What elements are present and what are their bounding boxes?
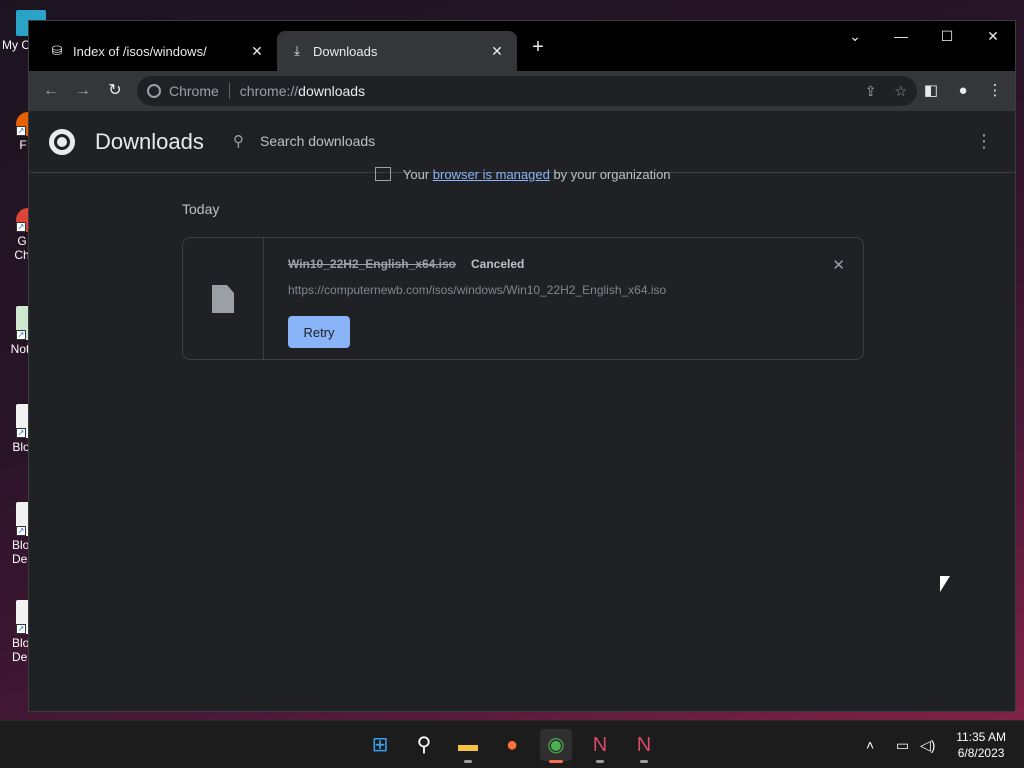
app-n-icon[interactable]: N — [628, 729, 660, 763]
page-title: Downloads — [95, 129, 204, 154]
desktop-icon-notepad[interactable]: ↗ Not — [2, 306, 38, 356]
file-explorer-icon[interactable]: ▬ — [452, 729, 484, 763]
desktop-icon-blo-1[interactable]: ↗ Blo — [2, 404, 38, 454]
app-n-icon[interactable]: N — [584, 729, 616, 763]
download-icon: ⤓ — [294, 43, 300, 58]
system-clock[interactable]: 11:35 AM 6/8/2023 — [956, 729, 1006, 761]
search-downloads-input[interactable]: ⚲ Search downloads — [221, 121, 899, 161]
mouse-cursor-icon — [940, 576, 950, 592]
file-icon — [212, 285, 234, 313]
retry-button[interactable]: Retry — [288, 316, 350, 348]
downloads-more-actions-icon[interactable]: ⋮ — [975, 131, 993, 151]
desktop-icon-my-computer[interactable]: My C — [2, 10, 46, 52]
url-text[interactable]: chrome://downloads — [240, 83, 365, 99]
desktop-icon-label: My C — [2, 38, 30, 52]
close-window-button[interactable]: ✕ — [970, 21, 1016, 51]
remove-from-list-icon[interactable]: ✕ — [832, 256, 845, 274]
omnibox-actions: ⇪ ☆ — [865, 83, 907, 100]
chrome-window: ⛁ Index of /isos/windows/ ✕ ⤓ Downloads … — [28, 20, 1016, 712]
tab-strip: ⛁ Index of /isos/windows/ ✕ ⤓ Downloads … — [29, 21, 1015, 71]
tab-close-icon[interactable]: ✕ — [489, 43, 505, 59]
omnibox[interactable]: Chrome chrome://downloads ⇪ ☆ — [137, 76, 917, 106]
tab-close-icon[interactable]: ✕ — [249, 43, 265, 59]
share-icon[interactable]: ⇪ — [865, 83, 877, 100]
bookmark-star-icon[interactable]: ☆ — [894, 83, 907, 100]
desktop-icon-label: F — [19, 138, 27, 152]
volume-icon[interactable]: ◁) — [920, 721, 935, 768]
downloads-header: Downloads ⚲ Search downloads ⋮ — [29, 111, 1015, 173]
download-status: Canceled — [471, 257, 525, 271]
shortcut-arrow-icon: ↗ — [16, 428, 26, 438]
shortcut-arrow-icon: ↗ — [16, 624, 26, 634]
search-icon: ⚲ — [233, 133, 244, 150]
desktop-icon-google-chrome[interactable]: ↗ G Ch — [2, 208, 40, 262]
tab-title: Index of /isos/windows/ — [73, 43, 207, 59]
clock-time: 11:35 AM — [956, 730, 1006, 744]
desktop-icon-label: Blo — [12, 440, 30, 454]
download-item: Win10_22H2_English_x64.iso Canceled http… — [182, 237, 864, 360]
url-host: downloads — [298, 83, 366, 99]
chrome-icon — [147, 84, 161, 98]
shortcut-arrow-icon: ↗ — [16, 126, 26, 136]
site-info-chip[interactable]: Chrome — [147, 83, 219, 99]
taskbar: ⊞ ⚲ ▬ ● ◉ N N ˄ ▭ ◁) 11:35 AM 6/8/2023 — [0, 720, 1024, 768]
minimize-button[interactable]: — — [878, 21, 924, 51]
chrome-logo-icon — [49, 129, 75, 155]
browser-managed-link[interactable]: browser is managed — [433, 167, 550, 182]
search-icon[interactable]: ⚲ — [408, 729, 440, 761]
managed-notice: Your browser is managed by your organiza… — [29, 167, 1017, 182]
tab-search-chevron-icon[interactable]: ⌄ — [832, 21, 878, 51]
url-scheme: chrome:// — [239, 83, 299, 99]
desktop-icon-label: Not — [10, 342, 30, 356]
forward-button[interactable]: → — [71, 79, 95, 103]
start-button[interactable]: ⊞ — [364, 729, 396, 761]
clock-date: 6/8/2023 — [957, 746, 1005, 760]
back-button[interactable]: ← — [39, 79, 63, 103]
profile-icon[interactable]: ● — [951, 79, 975, 103]
desktop-icon-blo-3[interactable]: ↗ Blo De — [2, 600, 38, 664]
shortcut-arrow-icon: ↗ — [16, 330, 26, 340]
chrome-icon[interactable]: ◉ — [540, 729, 572, 763]
shortcut-arrow-icon: ↗ — [16, 222, 26, 232]
site-chip-label: Chrome — [169, 83, 219, 99]
page-icon: ⛁ — [51, 43, 63, 58]
shortcut-arrow-icon: ↗ — [16, 526, 26, 536]
desktop-icon-blo-2[interactable]: ↗ Blo De — [2, 502, 38, 566]
omnibox-separator — [228, 83, 230, 99]
download-item-icon-column — [183, 238, 264, 359]
managed-prefix: Your — [402, 167, 430, 182]
building-icon — [375, 167, 392, 181]
firefox-icon[interactable]: ● — [496, 729, 528, 761]
search-placeholder: Search downloads — [260, 133, 376, 149]
managed-suffix: by your organization — [553, 167, 671, 182]
tab-downloads[interactable]: ⤓ Downloads ✕ — [277, 31, 517, 71]
browser-toolbar: ← → ↻ Chrome chrome://downloads ⇪ ☆ ◧ ● … — [29, 71, 1015, 111]
maximize-button[interactable]: ☐ — [924, 21, 970, 51]
desktop-icon-label: Blo De — [12, 538, 30, 566]
network-icon[interactable]: ▭ — [896, 721, 909, 768]
desktop-icon-firefox[interactable]: ↗ F — [2, 112, 40, 152]
side-panel-icon[interactable]: ◧ — [919, 79, 943, 103]
download-file-name[interactable]: Win10_22H2_English_x64.iso — [288, 257, 456, 271]
tab-title: Downloads — [313, 43, 378, 59]
show-hidden-icons-chevron-icon[interactable]: ˄ — [866, 721, 874, 768]
desktop-icon-label: Blo De — [12, 636, 30, 664]
date-heading: Today — [182, 201, 220, 217]
new-tab-button[interactable]: + — [527, 36, 549, 58]
reload-button[interactable]: ↻ — [103, 79, 127, 103]
download-source-url[interactable]: https://computernewb.com/isos/windows/Wi… — [288, 283, 666, 297]
menu-kebab-icon[interactable]: ⋮ — [983, 79, 1007, 103]
tab-index-of-isos[interactable]: ⛁ Index of /isos/windows/ ✕ — [37, 31, 277, 71]
desktop-icon-label: G Ch — [14, 234, 30, 262]
